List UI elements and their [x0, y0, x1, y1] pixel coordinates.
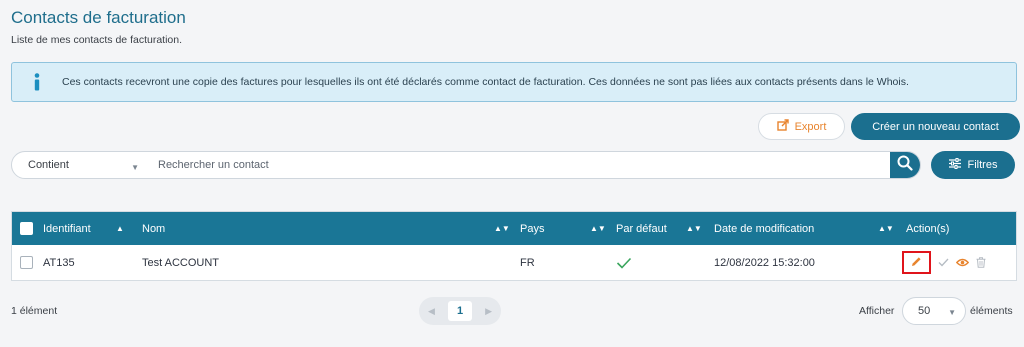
column-par-defaut[interactable]: Par défaut: [616, 212, 667, 245]
chevron-down-icon: ▼: [948, 308, 956, 317]
cell-pays: FR: [520, 256, 535, 269]
next-page-icon[interactable]: ▶: [485, 306, 492, 317]
column-nom[interactable]: Nom: [142, 212, 165, 245]
result-count: 1 élément: [11, 305, 58, 317]
previous-page-icon[interactable]: ◀: [428, 306, 435, 317]
search-input[interactable]: [147, 152, 890, 178]
search-button[interactable]: [890, 152, 920, 178]
column-actions: Action(s): [906, 222, 950, 235]
cell-date-modification: 12/08/2022 15:32:00: [714, 256, 815, 269]
row-actions: [902, 251, 986, 274]
search-bar: Contient ▼: [11, 151, 921, 179]
view-icon[interactable]: [956, 258, 969, 267]
column-identifiant[interactable]: Identifiant: [43, 212, 91, 245]
pagination: ◀ 1 ▶: [419, 297, 501, 325]
sort-asc-icon[interactable]: ▲: [116, 224, 124, 233]
validate-icon[interactable]: [938, 258, 949, 267]
cell-identifiant: AT135: [43, 256, 75, 269]
table-header: Identifiant ▲ Nom ▲▼ Pays ▲▼ Par défaut …: [12, 212, 1016, 245]
search-icon: [897, 155, 913, 176]
filters-button[interactable]: Filtres: [931, 151, 1015, 179]
page-number-current[interactable]: 1: [448, 301, 472, 321]
edit-button[interactable]: [902, 251, 931, 274]
contacts-table: Identifiant ▲ Nom ▲▼ Pays ▲▼ Par défaut …: [11, 211, 1017, 281]
per-page-value: 50: [918, 305, 931, 317]
sort-icon[interactable]: ▲▼: [494, 224, 510, 233]
filters-label: Filtres: [967, 159, 998, 171]
sort-icon[interactable]: ▲▼: [590, 224, 606, 233]
create-contact-button[interactable]: Créer un nouveau contact: [851, 113, 1020, 140]
row-checkbox[interactable]: [20, 245, 33, 280]
per-page-label: Afficher: [859, 305, 895, 317]
info-banner: Ces contacts recevront une copie des fac…: [11, 62, 1017, 102]
sort-icon[interactable]: ▲▼: [878, 224, 894, 233]
export-icon: [776, 119, 790, 134]
filters-icon: [948, 158, 961, 172]
column-pays[interactable]: Pays: [520, 212, 544, 245]
export-label: Export: [794, 120, 827, 133]
per-page-suffix: éléments: [970, 305, 1013, 317]
check-icon: [616, 245, 632, 280]
column-date-modification[interactable]: Date de modification: [714, 212, 814, 245]
per-page-select[interactable]: 50 ▼: [902, 297, 966, 325]
export-button[interactable]: Export: [758, 113, 845, 140]
info-text: Ces contacts recevront une copie des fac…: [62, 76, 909, 88]
delete-icon[interactable]: [976, 257, 986, 268]
page-subtitle: Liste de mes contacts de facturation.: [11, 34, 183, 46]
info-icon: [12, 73, 62, 91]
search-mode-select[interactable]: Contient ▼: [12, 152, 147, 178]
edit-icon: [911, 256, 922, 270]
table-row: AT135 Test ACCOUNT FR 12/08/2022 15:32:0…: [12, 245, 1016, 280]
select-all-checkbox[interactable]: [20, 212, 33, 245]
sort-icon[interactable]: ▲▼: [686, 224, 702, 233]
cell-nom: Test ACCOUNT: [142, 256, 220, 269]
search-mode-value: Contient: [28, 159, 69, 171]
page-title: Contacts de facturation: [11, 8, 186, 27]
chevron-down-icon: ▼: [131, 163, 139, 172]
